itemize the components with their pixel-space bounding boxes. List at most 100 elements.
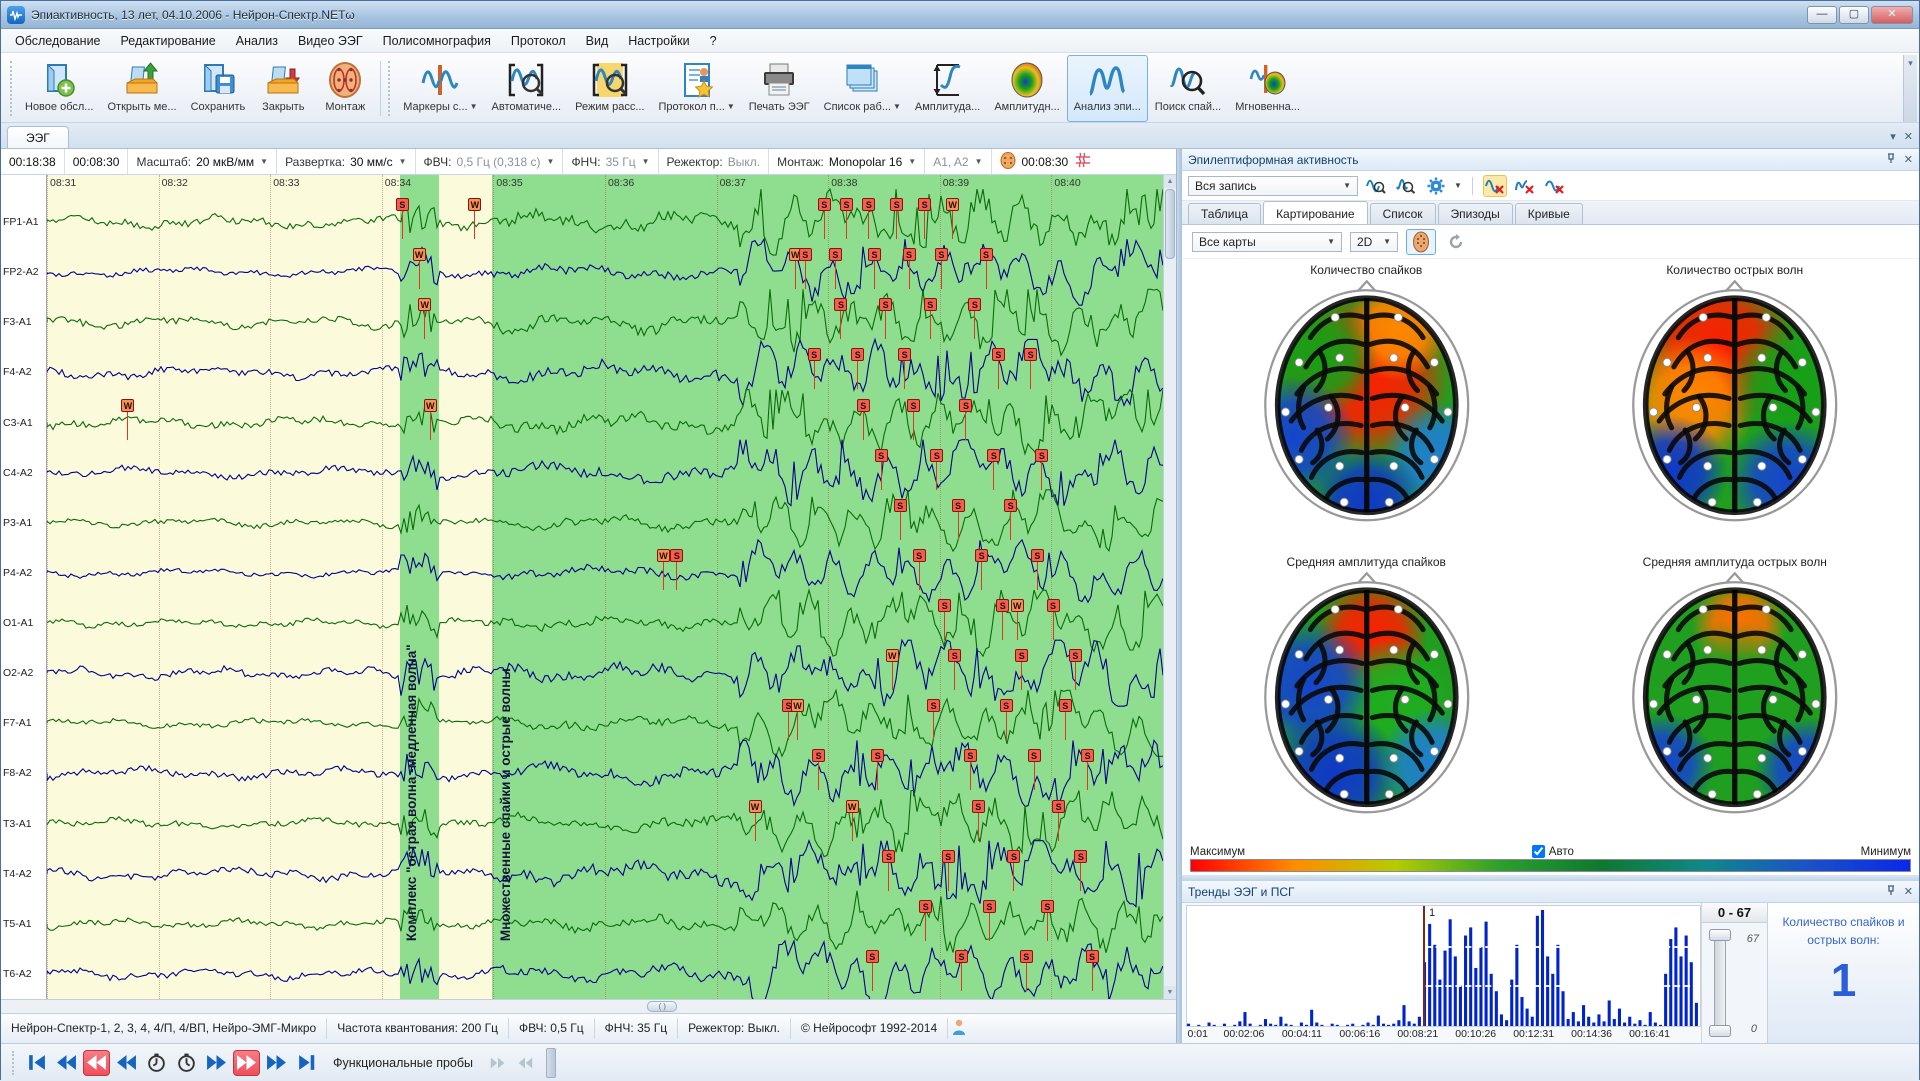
- slider-handle-min[interactable]: [1709, 1025, 1731, 1037]
- toolbar-button-amplitude[interactable]: Амплитуда...: [908, 55, 987, 122]
- spike-marker[interactable]: S: [935, 248, 948, 261]
- toolbar-button-auto-analysis[interactable]: Автоматиче...: [485, 55, 569, 122]
- spike-marker[interactable]: S: [396, 198, 409, 211]
- spike-marker[interactable]: S: [1035, 449, 1048, 462]
- spike-marker[interactable]: S: [948, 649, 961, 662]
- spike-marker[interactable]: S: [834, 298, 847, 311]
- spike-marker[interactable]: S: [983, 900, 996, 913]
- control-field-3[interactable]: Развертка:30 мм/с▼: [277, 149, 415, 174]
- menu-item-help[interactable]: ?: [700, 31, 727, 51]
- spike-marker[interactable]: S: [1074, 850, 1087, 863]
- delete-wave-markers-icon[interactable]: [1543, 175, 1567, 197]
- spike-marker[interactable]: S: [871, 749, 884, 762]
- spike-marker[interactable]: S: [670, 549, 683, 562]
- forward-button[interactable]: [263, 1050, 290, 1076]
- pin-icon[interactable]: [1886, 153, 1896, 167]
- spike-marker[interactable]: S: [862, 198, 875, 211]
- sharp-wave-marker[interactable]: W: [468, 198, 481, 211]
- spike-marker[interactable]: S: [996, 599, 1009, 612]
- channel-label-c4-a2[interactable]: C4-A2: [3, 467, 33, 479]
- channel-label-fp1-a1[interactable]: FP1-A1: [3, 216, 39, 228]
- spike-search-icon[interactable]: [1394, 175, 1418, 197]
- menu-item-видео-ээг[interactable]: Видео ЭЭГ: [288, 31, 373, 51]
- channel-label-o2-a2[interactable]: O2-A2: [3, 667, 33, 679]
- spike-marker[interactable]: S: [980, 248, 993, 261]
- spike-marker[interactable]: S: [927, 699, 940, 712]
- spike-marker[interactable]: S: [938, 599, 951, 612]
- control-field-7[interactable]: Монтаж:Monopolar 16▼: [769, 149, 925, 174]
- channel-label-f4-a2[interactable]: F4-A2: [3, 366, 32, 378]
- spike-marker[interactable]: S: [955, 950, 968, 963]
- menu-item-протокол[interactable]: Протокол: [501, 31, 576, 51]
- tab-eeg[interactable]: ЭЭГ: [7, 126, 69, 148]
- spike-marker[interactable]: S: [918, 198, 931, 211]
- spike-marker[interactable]: S: [1007, 850, 1020, 863]
- eeg-vertical-scrollbar[interactable]: ▲ ▼: [1163, 175, 1176, 999]
- view-mode-select[interactable]: 2D▼: [1350, 232, 1398, 252]
- menu-item-редактирование[interactable]: Редактирование: [111, 31, 226, 51]
- next-test-icon[interactable]: [486, 1051, 510, 1075]
- spike-marker[interactable]: S: [799, 248, 812, 261]
- maps-filter-select[interactable]: Все карты▼: [1192, 232, 1342, 252]
- spike-marker[interactable]: S: [868, 248, 881, 261]
- settings-dropdown-icon[interactable]: ▼: [1454, 181, 1462, 190]
- range-select[interactable]: Вся запись▼: [1188, 176, 1358, 196]
- activity-tab-картирование[interactable]: Картирование: [1263, 201, 1368, 224]
- toolbar-button-montage[interactable]: Монтаж: [314, 55, 376, 122]
- spike-marker[interactable]: S: [1069, 649, 1082, 662]
- spike-marker[interactable]: S: [919, 900, 932, 913]
- vertical-scroll-thumb[interactable]: [1165, 189, 1175, 259]
- control-field-2[interactable]: Масштаб:20 мкВ/мм▼: [128, 149, 277, 174]
- toolbar-overflow-button[interactable]: ▾: [1903, 55, 1917, 122]
- settings-gear-icon[interactable]: [1424, 175, 1448, 197]
- sharp-wave-marker[interactable]: W: [657, 549, 670, 562]
- activity-tab-список[interactable]: Список: [1370, 203, 1436, 224]
- activity-close-icon[interactable]: ✕: [1904, 153, 1913, 166]
- sharp-wave-marker[interactable]: W: [946, 198, 959, 211]
- spike-marker[interactable]: S: [1052, 800, 1065, 813]
- rewind-page-button[interactable]: [83, 1050, 110, 1076]
- slider-track[interactable]: [1714, 931, 1726, 1035]
- spike-marker[interactable]: S: [992, 348, 1005, 361]
- sharp-wave-marker[interactable]: W: [846, 800, 859, 813]
- control-field-4[interactable]: ФВЧ:0,5 Гц (0,318 с)▼: [416, 149, 564, 174]
- spike-marker[interactable]: S: [924, 298, 937, 311]
- spike-marker[interactable]: S: [882, 850, 895, 863]
- channel-label-fp2-a2[interactable]: FP2-A2: [3, 266, 39, 278]
- wave-search-icon[interactable]: [1364, 175, 1388, 197]
- spike-marker[interactable]: S: [818, 198, 831, 211]
- eeg-horizontal-scrollbar[interactable]: (): [1, 999, 1176, 1013]
- auto-scale-checkbox[interactable]: [1532, 845, 1545, 858]
- toolbar-button-amplitude-map[interactable]: Амплитудн...: [987, 55, 1066, 122]
- spike-marker[interactable]: S: [903, 248, 916, 261]
- spike-marker[interactable]: S: [857, 399, 870, 412]
- scroll-down-icon[interactable]: ▼: [1164, 986, 1176, 999]
- channel-label-t4-a2[interactable]: T4-A2: [3, 868, 32, 880]
- sharp-wave-marker[interactable]: W: [418, 298, 431, 311]
- spike-marker[interactable]: S: [1059, 699, 1072, 712]
- spike-marker[interactable]: S: [1015, 649, 1028, 662]
- skip-start-button[interactable]: [23, 1050, 50, 1076]
- toolbar-button-new-exam[interactable]: Новое обсл...: [18, 55, 100, 122]
- spike-marker[interactable]: S: [866, 950, 879, 963]
- slider-handle-max[interactable]: [1709, 929, 1731, 941]
- spike-marker[interactable]: S: [987, 449, 1000, 462]
- trends-close-icon[interactable]: ✕: [1904, 885, 1913, 898]
- eeg-plot-area[interactable]: 08:3108:3208:3308:3408:3508:3608:3708:38…: [47, 175, 1163, 999]
- sharp-wave-marker[interactable]: W: [1011, 599, 1024, 612]
- spike-marker[interactable]: S: [942, 850, 955, 863]
- forward-double-button[interactable]: [203, 1050, 230, 1076]
- spike-marker[interactable]: S: [964, 749, 977, 762]
- toolbar-button-spike-search[interactable]: Поиск спай...: [1148, 55, 1228, 122]
- toolbar-button-epi-analysis[interactable]: Анализ эпи...: [1067, 55, 1148, 122]
- toolbar-button-open-exam[interactable]: Открыть ме...: [100, 55, 183, 122]
- playback-scroll-handle[interactable]: [546, 1048, 556, 1078]
- spike-marker[interactable]: S: [894, 499, 907, 512]
- spike-marker[interactable]: S: [975, 549, 988, 562]
- dropdown-arrow-icon[interactable]: ▼: [470, 102, 478, 111]
- spike-marker[interactable]: S: [1031, 549, 1044, 562]
- spike-marker[interactable]: S: [812, 749, 825, 762]
- menu-item-вид[interactable]: Вид: [576, 31, 619, 51]
- tabstrip-close-icon[interactable]: ✕: [1904, 130, 1913, 143]
- head-position-icon[interactable]: [1000, 152, 1016, 172]
